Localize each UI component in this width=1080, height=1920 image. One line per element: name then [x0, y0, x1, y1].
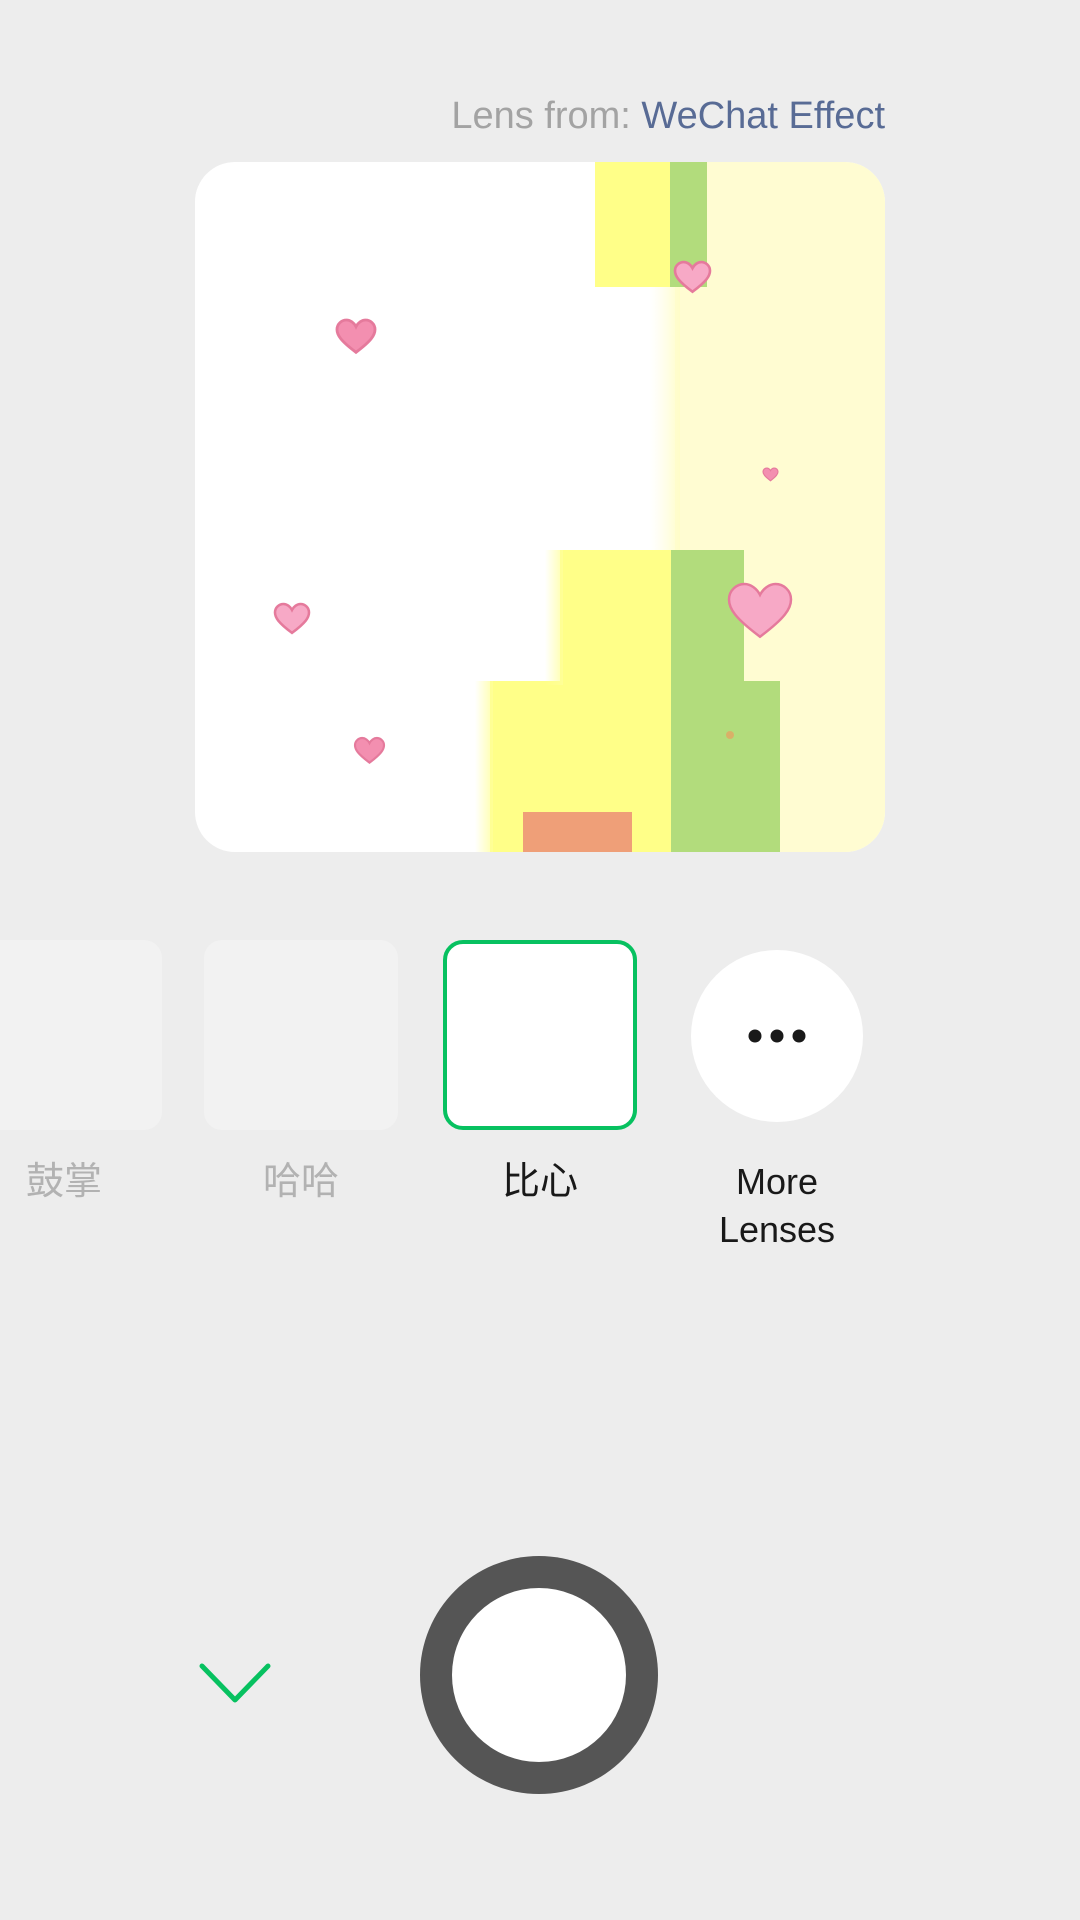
more-lenses-label-line1: More	[735, 1161, 819, 1202]
lens-source: Lens from: WeChat Effect	[451, 92, 885, 140]
lens-item-bixin[interactable]	[443, 940, 637, 1130]
more-lenses-label: More Lenses	[657, 1158, 897, 1254]
shutter-inner	[452, 1588, 626, 1762]
lens-preview	[195, 162, 885, 852]
lens-label-haha: 哈哈	[262, 1161, 339, 1203]
lens-label-bixin: 比心	[501, 1161, 578, 1203]
lens-source-link[interactable]: WeChat Effect	[641, 95, 885, 137]
shutter-button[interactable]	[420, 1556, 658, 1794]
more-lenses-button[interactable]	[691, 950, 863, 1122]
lens-label-guzhang: 鼓掌	[25, 1161, 102, 1203]
preview-image	[273, 162, 885, 852]
more-lenses-label-line2: Lenses	[718, 1209, 836, 1250]
camera-switch-icon[interactable]	[195, 162, 269, 222]
more-dots-icon	[748, 1029, 806, 1043]
chevron-down-icon[interactable]	[198, 1660, 272, 1706]
lens-item-guzhang[interactable]	[0, 940, 162, 1130]
lens-item-haha[interactable]	[204, 940, 398, 1130]
lens-source-prefix: Lens from:	[451, 95, 642, 137]
